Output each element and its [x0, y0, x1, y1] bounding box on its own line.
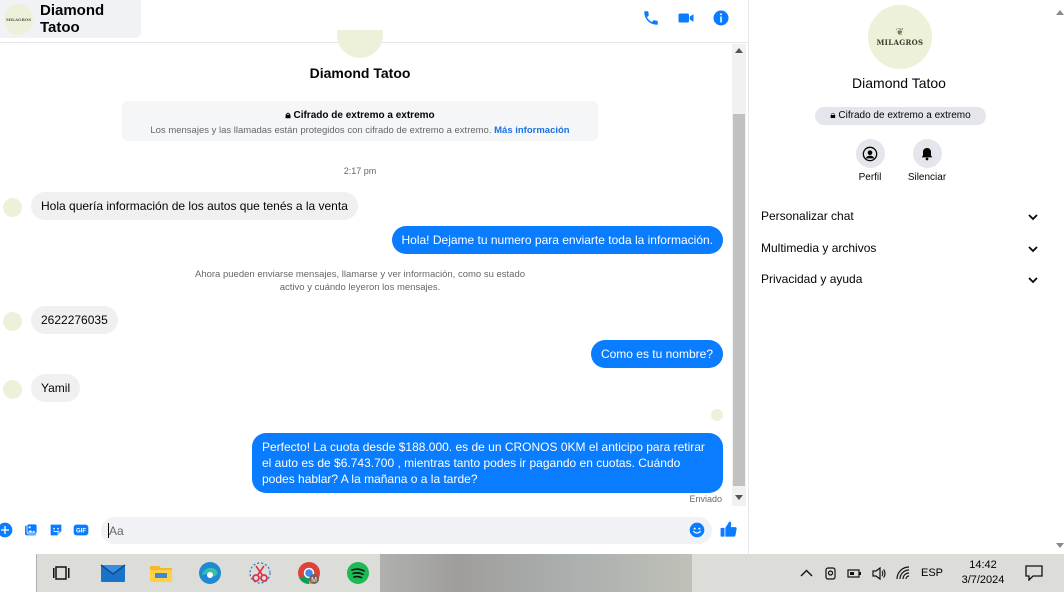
avatar-logo-text: MILAGROS	[5, 16, 32, 22]
input-language[interactable]: ESP	[921, 567, 943, 579]
svg-text:GIF: GIF	[76, 529, 86, 535]
outgoing-message[interactable]: Hola! Dejame tu numero para enviarte tod…	[391, 226, 723, 254]
profile-button[interactable]	[855, 139, 885, 168]
system-message-line: activo y cuándo leyeron los mensajes.	[279, 282, 441, 293]
media-files-section[interactable]: Multimedia y archivos	[761, 241, 1039, 261]
chat-message-list[interactable]: Diamond Tatoo 🔒︎ Cifrado de extremo a ex…	[0, 30, 732, 508]
message-composer: GIF	[0, 508, 748, 554]
sender-avatar	[3, 380, 22, 399]
chat-contact-title: Diamond Tatoo	[309, 65, 411, 81]
taskbar-search-box[interactable]	[0, 554, 37, 592]
privacy-help-section[interactable]: Privacidad y ayuda	[761, 272, 1039, 292]
desktop-wallpaper-strip	[380, 554, 692, 592]
chat-header-name: Diamond Tatoo	[39, 2, 105, 36]
contact-avatar: MILAGROS	[4, 3, 33, 35]
chevron-up-icon[interactable]	[799, 566, 814, 581]
panel-scroll-up-icon[interactable]	[1056, 10, 1064, 15]
customize-chat-section[interactable]: Personalizar chat	[761, 209, 1039, 229]
avatar-logo-text: MILAGROS	[876, 37, 924, 47]
read-receipt-avatar	[711, 409, 723, 421]
snipping-tool-icon[interactable]	[247, 560, 273, 586]
bell-icon	[921, 147, 933, 160]
contact-profile-picture[interactable]: ❦ MILAGROS	[868, 5, 932, 69]
panel-e2e-badge: 🔒︎ Cifrado de extremo a extremo	[815, 107, 986, 125]
e2e-notice: 🔒︎ Cifrado de extremo a extremo Los mens…	[122, 101, 598, 141]
profile-action[interactable]: Perfil	[840, 139, 900, 183]
incoming-message[interactable]: Yamil	[31, 374, 81, 402]
e2e-notice-title: Cifrado de extremo a extremo	[293, 110, 435, 121]
leaf-decoration-icon: ❦	[895, 26, 905, 38]
incoming-message[interactable]: Hola quería información de los autos que…	[31, 192, 358, 220]
more-info-link[interactable]: Más información	[494, 125, 570, 136]
edge-browser-icon[interactable]	[197, 560, 223, 586]
system-message-line: Ahora pueden enviarse mensajes, llamarse…	[194, 269, 526, 280]
section-label: Personalizar chat	[761, 209, 854, 223]
task-view-icon[interactable]	[49, 560, 75, 586]
thumbs-up-icon[interactable]	[719, 520, 738, 539]
panel-scroll-down-icon[interactable]	[1056, 543, 1064, 548]
conversation-info-panel: ❦ MILAGROS Diamond Tatoo 🔒︎ Cifrado de e…	[748, 0, 1064, 554]
mute-button[interactable]	[912, 139, 942, 168]
gif-icon[interactable]: GIF	[73, 522, 89, 538]
contact-profile-avatar	[337, 30, 383, 58]
incoming-message[interactable]: 2622276035	[31, 306, 118, 334]
message-timestamp: 2:17 pm	[343, 166, 377, 176]
mute-action[interactable]: Silenciar	[897, 139, 957, 183]
volume-icon[interactable]	[871, 566, 886, 581]
scroll-up-icon[interactable]	[735, 48, 743, 53]
sender-avatar	[3, 198, 22, 217]
gallery-icon[interactable]	[23, 522, 39, 538]
windows-taskbar: M ESP 14:42 3/7/2024	[0, 554, 1064, 592]
section-label: Multimedia y archivos	[761, 241, 877, 255]
video-call-icon[interactable]	[677, 9, 695, 27]
mail-icon[interactable]	[100, 560, 126, 586]
phone-call-icon[interactable]	[642, 9, 660, 27]
wifi-icon[interactable]	[896, 566, 911, 581]
outgoing-message[interactable]: Como es tu nombre?	[590, 340, 723, 368]
clock-time: 14:42	[969, 559, 997, 571]
info-icon[interactable]	[712, 9, 730, 27]
chevron-down-icon	[1028, 277, 1038, 284]
profile-label: Perfil	[858, 172, 882, 183]
scrollbar-thumb[interactable]	[733, 114, 745, 486]
emoji-icon[interactable]	[689, 522, 705, 538]
lock-icon: 🔒︎	[830, 110, 836, 121]
scroll-down-icon[interactable]	[735, 495, 743, 500]
battery-icon[interactable]	[847, 566, 862, 581]
sender-avatar	[3, 312, 22, 331]
lock-icon: 🔒︎	[285, 110, 291, 121]
system-message: Ahora pueden enviarse mensajes, llamarse…	[180, 268, 540, 294]
section-label: Privacidad y ayuda	[761, 272, 863, 286]
outgoing-message[interactable]: Perfecto! La cuota desde $188.000. es de…	[252, 433, 723, 493]
panel-contact-name: Diamond Tatoo	[852, 75, 946, 91]
more-actions-icon[interactable]	[0, 522, 13, 538]
chat-scrollbar[interactable]	[732, 44, 746, 506]
mute-label: Silenciar	[907, 172, 947, 183]
e2e-notice-text: Los mensajes y las llamadas están proteg…	[150, 125, 492, 136]
panel-e2e-label: Cifrado de extremo a extremo	[838, 110, 971, 121]
clock-date: 3/7/2024	[961, 574, 1005, 586]
chrome-icon[interactable]: M	[296, 560, 322, 586]
profile-icon	[862, 146, 878, 161]
notification-center-icon[interactable]	[1025, 565, 1043, 582]
meet-now-icon[interactable]	[823, 566, 838, 581]
spotify-icon[interactable]	[345, 560, 371, 586]
system-clock[interactable]: 14:42 3/7/2024	[955, 558, 1011, 588]
chat-header-contact[interactable]: MILAGROS Diamond Tatoo	[0, 0, 141, 38]
chevron-down-icon	[1028, 214, 1038, 221]
text-cursor	[108, 523, 109, 538]
sticker-icon[interactable]	[48, 522, 64, 538]
file-explorer-icon[interactable]	[148, 560, 174, 586]
chevron-down-icon	[1028, 246, 1038, 253]
message-sent-status: Enviado	[689, 494, 722, 504]
svg-text:M: M	[311, 577, 317, 584]
message-input[interactable]	[101, 517, 712, 544]
